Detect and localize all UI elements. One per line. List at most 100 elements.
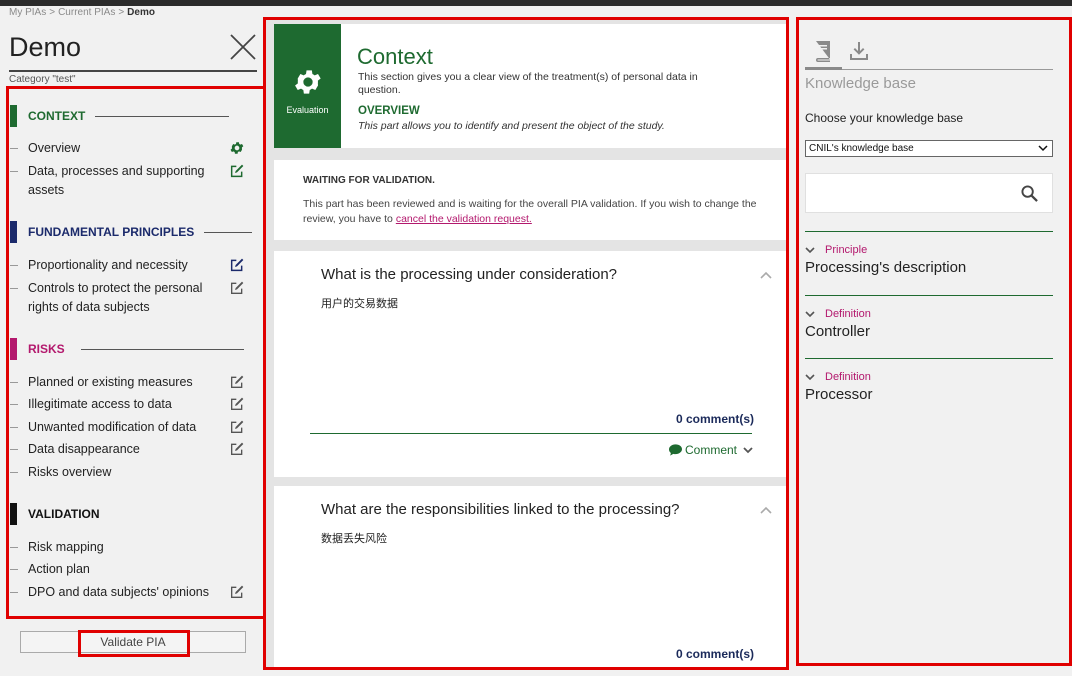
- kb-item[interactable]: Definition Controller: [805, 308, 1053, 340]
- question-title: What is the processing under considerati…: [321, 266, 618, 283]
- gear-icon: [230, 142, 244, 154]
- kb-item-divider: [805, 358, 1053, 359]
- nav-dash: [10, 449, 18, 450]
- evaluation-badge[interactable]: Evaluation: [274, 24, 341, 148]
- nav-dash: [10, 427, 18, 428]
- nav-item-planned-measures[interactable]: Planned or existing measures: [10, 373, 245, 392]
- knowledge-base-panel: Knowledge base Choose your knowledge bas…: [796, 17, 1072, 666]
- section-rule: [204, 231, 253, 233]
- nav-item-label: Data disappearance: [28, 442, 140, 456]
- nav-item-data-processes-assets[interactable]: Data, processes and supporting assets: [10, 162, 245, 200]
- kb-item-name: Controller: [805, 323, 871, 340]
- main-content: Evaluation Context This section gives yo…: [263, 17, 789, 670]
- edit-icon: [231, 281, 244, 294]
- nav-item-unwanted-modification[interactable]: Unwanted modification of data: [10, 418, 245, 437]
- nav-item-label: Overview: [28, 141, 81, 155]
- knowledge-base-heading: Knowledge base: [805, 75, 916, 92]
- kb-item-divider: [805, 295, 1053, 296]
- context-header-card: Evaluation Context This section gives yo…: [274, 24, 786, 148]
- chevron-down-icon: [805, 373, 815, 380]
- edit-icon: [231, 397, 244, 410]
- question-answer[interactable]: 用户的交易数据: [321, 295, 398, 311]
- nav-dash: [10, 569, 18, 570]
- nav-item-label: Data, processes and supporting assets: [28, 164, 205, 197]
- nav-dash: [10, 404, 18, 405]
- nav-item-label: Illegitimate access to data: [28, 397, 172, 411]
- section-header-fundamental-principles: FUNDAMENTAL PRINCIPLES: [10, 221, 253, 243]
- nav-dash: [10, 171, 18, 172]
- edit-icon: [231, 585, 244, 598]
- nav-item-proportionality[interactable]: Proportionality and necessity: [10, 256, 245, 275]
- kb-item-category: Definition: [825, 308, 871, 320]
- kb-item[interactable]: Principle Processing's description: [805, 244, 1053, 276]
- book-icon[interactable]: [813, 40, 833, 62]
- nav-item-illegitimate-access[interactable]: Illegitimate access to data: [10, 395, 245, 414]
- nav-item-risk-mapping[interactable]: Risk mapping: [10, 538, 245, 557]
- section-label: CONTEXT: [28, 109, 86, 123]
- section-rule: [95, 115, 230, 117]
- section-description: This section gives you a clear view of t…: [358, 71, 698, 96]
- kb-item-divider: [805, 231, 1053, 232]
- edit-icon: [230, 164, 244, 178]
- search-icon[interactable]: [1021, 185, 1038, 202]
- section-color-bar: [10, 338, 17, 360]
- chevron-down-icon: [743, 447, 753, 454]
- nav-item-overview[interactable]: Overview: [10, 139, 245, 158]
- kb-item-name: Processor: [805, 386, 873, 403]
- edit-icon: [230, 258, 244, 272]
- selected-knowledge-base: CNIL's knowledge base: [809, 143, 914, 154]
- nav-item-dpo-opinions[interactable]: DPO and data subjects' opinions: [10, 583, 245, 602]
- overview-title: OVERVIEW: [358, 105, 420, 117]
- nav-item-data-disappearance[interactable]: Data disappearance: [10, 440, 245, 459]
- nav-item-controls-personal-rights[interactable]: Controls to protect the personal rights …: [10, 279, 245, 317]
- chevron-up-icon[interactable]: [760, 270, 772, 280]
- question-title: What are the responsibilities linked to …: [321, 501, 680, 518]
- question-answer[interactable]: 数据丢失风险: [321, 530, 387, 546]
- comment-count[interactable]: 0 comment(s): [676, 647, 754, 661]
- kb-item-name: Processing's description: [805, 259, 967, 276]
- edit-icon: [231, 375, 244, 388]
- choose-kb-label: Choose your knowledge base: [805, 111, 964, 125]
- nav-dash: [10, 265, 18, 266]
- kb-item[interactable]: Definition Processor: [805, 371, 1053, 403]
- knowledge-base-search-input[interactable]: [805, 173, 1053, 213]
- kb-item-category: Principle: [825, 244, 868, 256]
- nav-item-label: Proportionality and necessity: [28, 258, 188, 272]
- nav-dash: [10, 382, 18, 383]
- kb-item-category: Definition: [825, 371, 871, 383]
- validation-status-card: WAITING FOR VALIDATION. This part has be…: [274, 160, 786, 240]
- section-label: VALIDATION: [28, 507, 100, 521]
- nav-item-risks-overview[interactable]: Risks overview: [10, 463, 245, 482]
- page-title: Demo: [9, 32, 82, 62]
- nav-dash: [10, 547, 18, 548]
- chevron-up-icon[interactable]: [760, 505, 772, 515]
- title-divider: [9, 70, 257, 72]
- validate-pia-button[interactable]: Validate PIA: [20, 631, 246, 653]
- speech-bubble-icon: [669, 444, 682, 456]
- pia-category: Category "test": [9, 74, 76, 85]
- nav-item-label: Unwanted modification of data: [28, 420, 197, 434]
- nav-item-label: Planned or existing measures: [28, 375, 193, 389]
- comment-label: Comment: [685, 443, 738, 457]
- knowledge-base-select[interactable]: CNIL's knowledge base: [805, 140, 1053, 157]
- edit-icon: [231, 442, 244, 455]
- download-icon[interactable]: [849, 41, 869, 61]
- section-header-risks: RISKS: [10, 338, 244, 360]
- section-rule: [80, 348, 244, 350]
- comment-count[interactable]: 0 comment(s): [676, 412, 754, 426]
- nav-dash: [10, 472, 18, 473]
- nav-item-action-plan[interactable]: Action plan: [10, 560, 245, 579]
- chevron-down-icon: [805, 246, 815, 253]
- breadcrumb-my-pias[interactable]: My PIAs: [9, 7, 46, 18]
- breadcrumb-current-pias[interactable]: Current PIAs: [58, 7, 115, 18]
- cancel-validation-link[interactable]: cancel the validation request.: [396, 213, 532, 225]
- breadcrumb: My PIAs > Current PIAs > Demo: [9, 7, 155, 18]
- question-card: What is the processing under considerati…: [274, 251, 786, 477]
- gear-icon: [295, 70, 321, 94]
- section-title: Context: [357, 44, 433, 69]
- nav-dash: [10, 592, 18, 593]
- section-header-context: CONTEXT: [10, 105, 230, 127]
- comment-toggle[interactable]: Comment: [669, 443, 753, 457]
- nav-item-label: DPO and data subjects' opinions: [28, 585, 209, 599]
- close-icon[interactable]: [230, 34, 256, 60]
